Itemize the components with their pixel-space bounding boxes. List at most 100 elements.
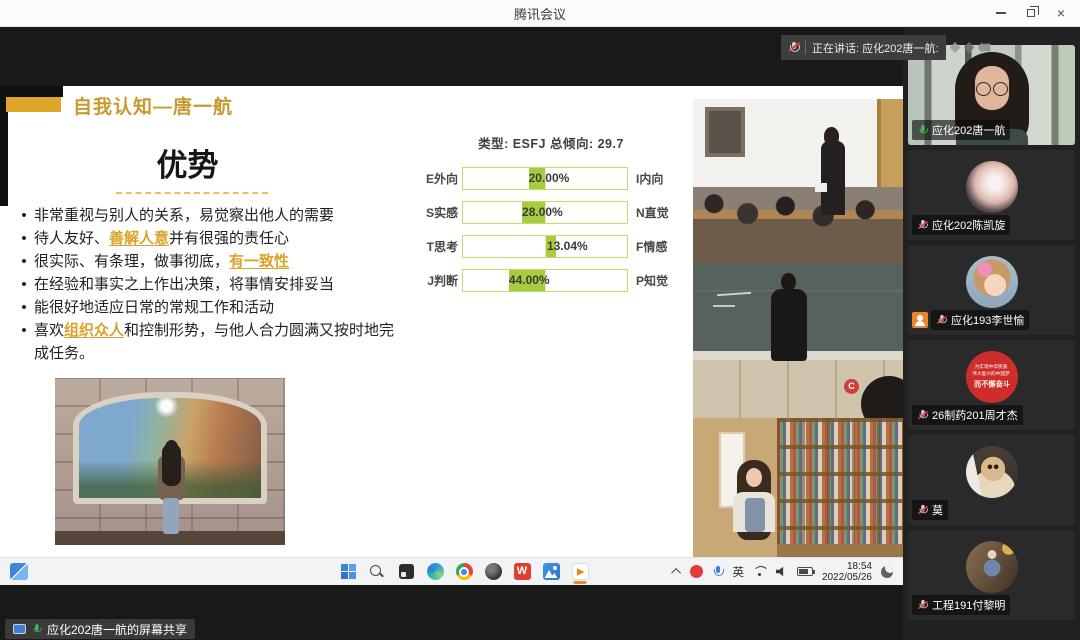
- chart-rows: E外向20.00%I内向S实感28.00%N直觉T思考13.04%F情感J判断4…: [418, 161, 684, 297]
- moon-icon[interactable]: [881, 566, 893, 578]
- close-button[interactable]: ×: [1046, 0, 1076, 26]
- chart-right-label: I内向: [628, 170, 670, 187]
- video-tiles: 应化202唐一航应化202陈凯旋应化193李世愉为实现中华民族伟大复兴的中国梦而…: [908, 45, 1075, 620]
- minimize-icon: [996, 12, 1006, 14]
- battery-icon[interactable]: [797, 567, 813, 576]
- classroom-window: [705, 107, 745, 157]
- search-taskbar-button[interactable]: [367, 560, 387, 584]
- restore-button[interactable]: [1016, 0, 1046, 26]
- classroom-presenter: [821, 141, 845, 215]
- bullet-list: •非常重视与别人的关系，易觉察出他人的需要•待人友好、善解人意并有很强的责任心•…: [14, 204, 402, 365]
- tile-footer: 工程191付黎明: [912, 595, 1010, 615]
- chart-row: S实感28.00%N直觉: [418, 195, 684, 229]
- bullet-text: 非常重视与别人的关系，易觉察出他人的需要: [34, 204, 334, 227]
- participant-name: 工程191付黎明: [932, 597, 1005, 613]
- bullet-dot: •: [14, 296, 34, 319]
- bullet-item: •很实际、有条理，做事彻底，有一致性: [14, 250, 402, 273]
- chart-left-label: E外向: [418, 170, 462, 187]
- toast-mic-muted-icon: [788, 41, 799, 55]
- participant-name: 莫: [932, 502, 943, 518]
- wps-writer-icon: W: [514, 563, 531, 580]
- bullet-item: •在经验和事实之上作出决策，将事情安排妥当: [14, 273, 402, 296]
- speaking-toast: 正在讲话: 应化202唐一航:: [781, 35, 991, 60]
- video-tile[interactable]: 应化193李世愉: [908, 245, 1075, 335]
- close-icon: ×: [1057, 6, 1065, 20]
- highlighted-phrase: 有一致性: [229, 253, 289, 270]
- dark-app-taskbar-button[interactable]: [483, 560, 503, 584]
- widgets-icon[interactable]: [10, 563, 28, 580]
- edge-icon: [427, 563, 444, 580]
- wps-writer-taskbar-button[interactable]: W: [512, 560, 532, 584]
- participant-namebar: 应化193李世愉: [931, 310, 1029, 330]
- photo-classroom: [693, 99, 903, 263]
- mic-muted-icon: [918, 409, 927, 421]
- chart-value-label: 28.00%: [522, 205, 563, 219]
- bullet-item: •非常重视与别人的关系，易觉察出他人的需要: [14, 204, 402, 227]
- participant-namebar: 应化202陈凯旋: [912, 215, 1010, 235]
- photos-icon: [543, 563, 560, 580]
- red-app-icon[interactable]: [690, 565, 703, 578]
- chart-bar-box: 28.00%: [462, 201, 628, 224]
- video-person-glasses: [974, 82, 1010, 95]
- mural-person-legs: [163, 498, 179, 534]
- library-person-face: [746, 468, 762, 487]
- library-rail: [777, 544, 903, 557]
- video-tile[interactable]: 工程191付黎明: [908, 530, 1075, 620]
- chart-left-label: T思考: [418, 238, 462, 255]
- chart-right-label: F情感: [628, 238, 670, 255]
- avatar: [966, 446, 1018, 498]
- clock[interactable]: 18:54 2022/05/26: [822, 561, 872, 583]
- task-view-taskbar-button[interactable]: [396, 560, 416, 584]
- start-icon: [341, 564, 356, 579]
- minimize-button[interactable]: [986, 0, 1016, 26]
- classroom-paper: [815, 183, 827, 192]
- chart-value-label: 20.00%: [529, 171, 570, 185]
- photo-blackboard: C: [693, 263, 903, 418]
- photos-taskbar-button[interactable]: [541, 560, 561, 584]
- bullet-dot: •: [14, 319, 34, 365]
- participant-namebar: 应化202唐一航: [912, 120, 1010, 140]
- mic-muted-icon: [937, 314, 946, 326]
- watermark-arrows-icon: [950, 42, 991, 53]
- tray-mic-icon[interactable]: [712, 565, 723, 579]
- banner-mic-icon: [32, 623, 41, 634]
- chrome-taskbar-button[interactable]: [454, 560, 474, 584]
- bullet-text: 很实际、有条理，做事彻底，有一致性: [34, 250, 289, 273]
- volume-icon[interactable]: [776, 567, 788, 577]
- slide-top-notch: [0, 86, 63, 97]
- bullet-item: •能很好地适应日常的常规工作和活动: [14, 296, 402, 319]
- start-taskbar-button[interactable]: [338, 560, 358, 584]
- video-tile[interactable]: 应化202陈凯旋: [908, 150, 1075, 240]
- blackboard-presenter-head: [781, 273, 796, 291]
- video-tile[interactable]: 莫: [908, 435, 1075, 525]
- participant-namebar: 莫: [912, 500, 948, 520]
- bullet-dot: •: [14, 250, 34, 273]
- window-title: 腾讯会议: [0, 4, 1080, 23]
- ime-language-indicator[interactable]: 英: [732, 564, 744, 580]
- edge-taskbar-button[interactable]: [425, 560, 445, 584]
- bullet-text: 喜欢组织众人和控制形势，与他人合力圆满又按时地完成任务。: [34, 319, 402, 365]
- speaking-label: 正在讲话: 应化202唐一航:: [812, 40, 939, 56]
- search-icon: [369, 564, 385, 580]
- wifi-icon[interactable]: [753, 566, 767, 577]
- tile-footer: 莫: [912, 500, 948, 520]
- windows-taskbar: W 英 18:54 2022/05/26: [0, 557, 903, 585]
- mic-muted-icon: [918, 219, 927, 231]
- mic-on-icon: [918, 124, 927, 136]
- chalk-writing: [713, 305, 735, 307]
- active-app-indicator: [574, 581, 587, 584]
- video-tile[interactable]: 为实现中华民族伟大复兴的中国梦而不懈奋斗26制药201周才杰: [908, 340, 1075, 430]
- bullet-item: •待人友好、善解人意并有很强的责任心: [14, 227, 402, 250]
- video-tile[interactable]: 应化202唐一航: [908, 45, 1075, 145]
- dark-app-icon: [485, 563, 502, 580]
- screen-share-banner: 应化202唐一航的屏幕共享: [5, 619, 195, 639]
- bullet-text: 能很好地适应日常的常规工作和活动: [34, 296, 274, 319]
- tray-chevron-icon[interactable]: [672, 568, 682, 578]
- chart-right-label: N直觉: [628, 204, 670, 221]
- slide-header-title: 自我认知—唐一航: [73, 92, 233, 119]
- wps-presentation-taskbar-button[interactable]: [570, 560, 590, 584]
- bullet-dot: •: [14, 273, 34, 296]
- chart-left-label: J判断: [418, 272, 462, 289]
- clock-date: 2022/05/26: [822, 572, 872, 583]
- chart-value-label: 44.00%: [509, 273, 550, 287]
